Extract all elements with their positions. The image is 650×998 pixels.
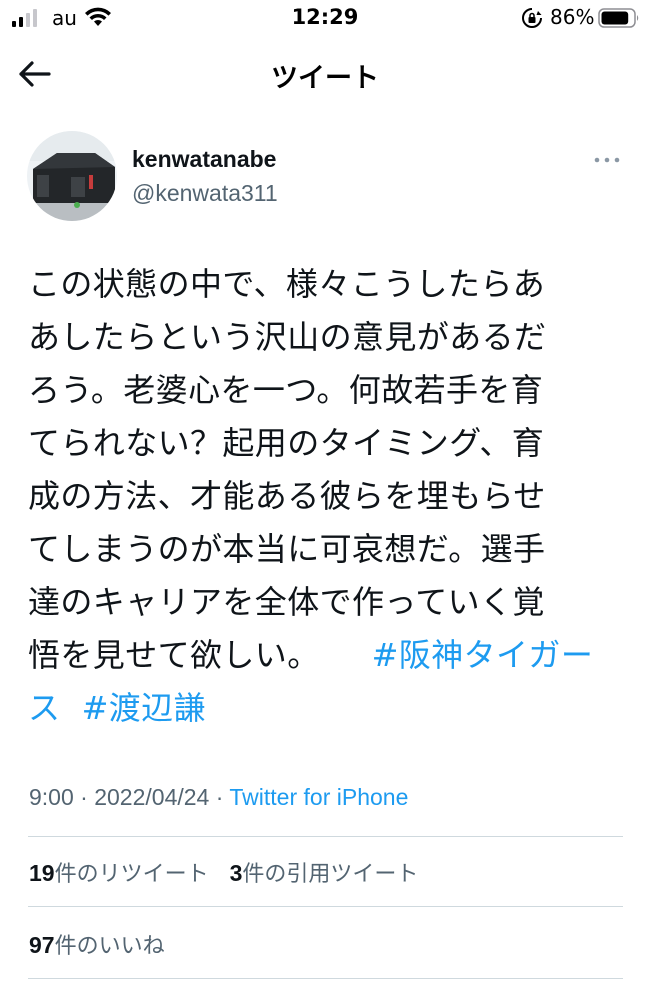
page-title: ツイート xyxy=(271,63,379,94)
avatar[interactable] xyxy=(27,131,117,221)
avatar-image xyxy=(27,131,117,221)
hashtag-link-continued[interactable]: ス xyxy=(28,689,60,727)
divider xyxy=(28,906,623,907)
status-bar: au 12:29 86% xyxy=(0,0,650,38)
retweets-label: 件のリツイート xyxy=(54,862,209,887)
orientation-lock-icon xyxy=(522,8,542,28)
tweet-text-line: 悟を見せて欲しい。 #阪神タイガー xyxy=(28,629,626,682)
meta-separator: · xyxy=(80,784,88,810)
like-stats: 97件のいいね xyxy=(29,928,165,960)
author-display-name[interactable]: kenwatanabe xyxy=(132,146,276,173)
battery-icon xyxy=(598,8,639,28)
tweet-timestamp: 9:00 · 2022/04/24 · Twitter for iPhone xyxy=(29,784,408,811)
tweet-text-line: 成の方法、才能ある彼らを埋もらせ xyxy=(28,477,546,515)
quotes-count: 3 xyxy=(229,860,243,886)
retweets-link[interactable]: 19件のリツイート xyxy=(29,860,209,887)
tweet-time[interactable]: 9:00 xyxy=(29,784,74,810)
battery-percent: 86% xyxy=(550,5,595,29)
tweet-text-line: てしまうのが本当に可哀想だ。選手 xyxy=(28,530,546,568)
quotes-link[interactable]: 3件の引用ツイート xyxy=(229,860,419,887)
tweet-text-line: ろう。老婆心を一つ。何故若手を育 xyxy=(28,371,544,409)
retweets-count: 19 xyxy=(29,860,55,886)
quotes-label: 件の引用ツイート xyxy=(242,862,419,887)
tweet-text-line: あしたらという沢山の意見があるだ xyxy=(28,318,547,356)
divider xyxy=(28,836,623,837)
tweet-text-line: この状態の中で、様々こうしたらあ xyxy=(28,265,546,303)
meta-separator: · xyxy=(215,784,224,810)
author-handle[interactable]: @kenwata311 xyxy=(132,180,278,207)
navigation-bar: ツイート xyxy=(0,44,650,104)
likes-label: 件のいいね xyxy=(54,934,165,959)
tweet-text-line: ス #渡辺謙 xyxy=(28,682,626,735)
hashtag-link[interactable]: #阪神タイガー xyxy=(372,636,594,674)
likes-link[interactable]: 97件のいいね xyxy=(29,932,165,959)
tweet-source-link[interactable]: Twitter for iPhone xyxy=(229,784,408,810)
tweet-text-line: 達のキャリアを全体で作っていく覚 xyxy=(28,583,545,621)
tweet-text-line: てられない？起用のタイミング、育 xyxy=(28,424,545,462)
likes-count: 97 xyxy=(29,932,55,958)
hashtag-link[interactable]: #渡辺謙 xyxy=(82,689,206,727)
more-options-icon[interactable] xyxy=(592,150,622,170)
divider xyxy=(28,978,623,979)
tweet-text: この状態の中で、様々こうしたらあ あしたらという沢山の意見があるだ ろう。老婆心… xyxy=(28,258,626,735)
tweet-date[interactable]: 2022/04/24 xyxy=(94,784,209,810)
tweet-text-line-end: 悟を見せて欲しい。 xyxy=(28,636,320,674)
retweet-stats: 19件のリツイート 3件の引用ツイート xyxy=(29,856,418,888)
